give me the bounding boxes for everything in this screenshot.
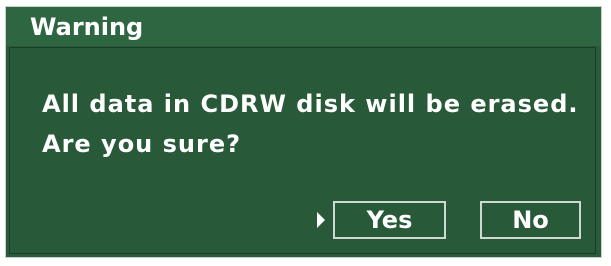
yes-button[interactable]: Yes <box>333 201 446 239</box>
message-line-2: Are you sure? <box>42 130 242 158</box>
warning-dialog: Warning All data in CDRW disk will be er… <box>5 6 602 258</box>
no-button[interactable]: No <box>480 201 581 239</box>
dialog-title-bar: Warning <box>6 7 601 46</box>
dialog-title: Warning <box>30 13 144 41</box>
dialog-content: All data in CDRW disk will be erased. Ar… <box>9 47 596 254</box>
dialog-message: All data in CDRW disk will be erased. Ar… <box>42 84 579 164</box>
message-line-1: All data in CDRW disk will be erased. <box>42 90 579 118</box>
focus-indicator-icon <box>317 212 325 228</box>
